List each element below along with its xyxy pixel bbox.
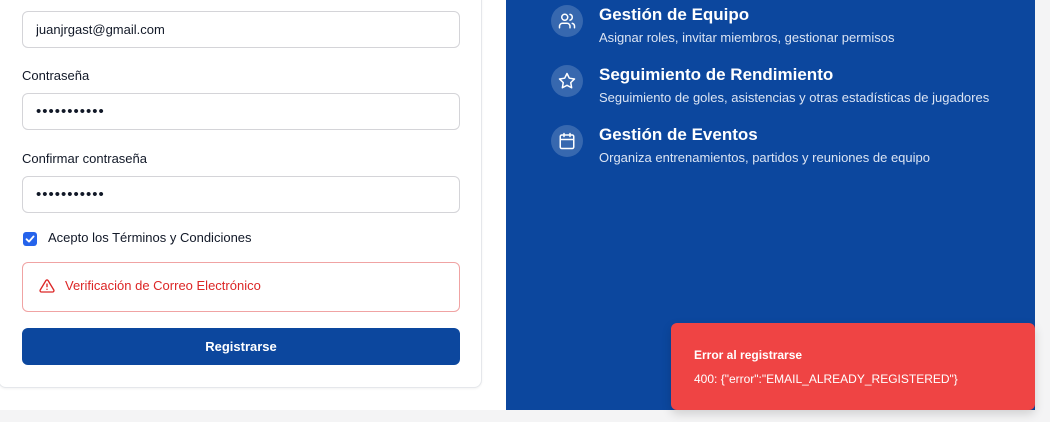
feature-description: Seguimiento de goles, asistencias y otra… xyxy=(599,90,990,105)
feature-title: Gestión de Equipo xyxy=(599,5,750,24)
password-input[interactable] xyxy=(22,93,460,130)
check-icon xyxy=(25,235,35,243)
terms-label[interactable]: Acepto los Términos y Condiciones xyxy=(48,230,252,245)
feature-description: Asignar roles, invitar miembros, gestion… xyxy=(599,30,895,45)
error-toast[interactable]: Error al registrarse 400: {"error":"EMAI… xyxy=(671,323,1035,410)
confirm-password-input[interactable] xyxy=(22,176,460,213)
confirm-password-label: Confirmar contraseña xyxy=(22,151,147,166)
feature-title: Seguimiento de Rendimiento xyxy=(599,65,834,84)
star-icon xyxy=(551,65,583,97)
terms-checkbox[interactable] xyxy=(23,232,37,246)
warning-triangle-icon xyxy=(39,278,55,299)
feature-description: Organiza entrenamientos, partidos y reun… xyxy=(599,150,930,165)
toast-message: 400: {"error":"EMAIL_ALREADY_REGISTERED"… xyxy=(694,372,958,386)
email-verification-alert: Verificación de Correo Electrónico xyxy=(22,262,460,312)
left-panel: Contraseña Confirmar contraseña Acepto l… xyxy=(0,0,506,410)
toast-title: Error al registrarse xyxy=(694,348,803,362)
calendar-icon xyxy=(551,125,583,157)
register-button[interactable]: Registrarse xyxy=(22,328,460,365)
email-input[interactable] xyxy=(22,11,460,48)
feature-title: Gestión de Eventos xyxy=(599,125,758,144)
alert-text: Verificación de Correo Electrónico xyxy=(65,278,261,293)
password-label: Contraseña xyxy=(22,68,90,83)
users-icon xyxy=(551,5,583,37)
